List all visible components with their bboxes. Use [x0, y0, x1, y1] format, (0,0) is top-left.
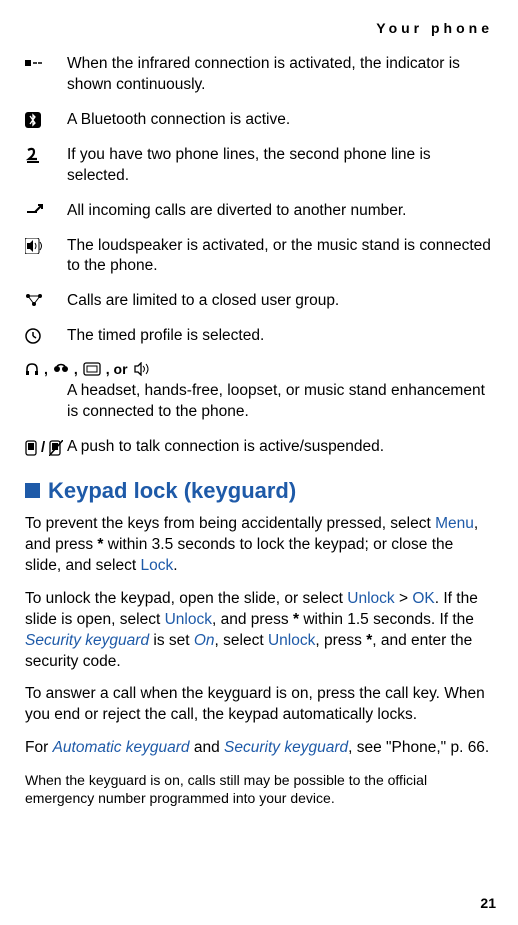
cug-icon	[25, 291, 67, 307]
indicator-text: If you have two phone lines, the second …	[67, 145, 493, 187]
loopset-icon	[83, 362, 101, 376]
link-unlock: Unlock	[165, 611, 212, 628]
chapter-header: Your phone	[25, 20, 493, 36]
slash: /	[41, 439, 45, 456]
ptt-active-icon	[25, 440, 37, 456]
heading-bullet-icon	[25, 483, 40, 498]
musicstand-icon	[133, 362, 151, 376]
link-unlock: Unlock	[268, 632, 315, 649]
emergency-note: When the keyguard is on, calls still may…	[25, 771, 493, 807]
link-lock: Lock	[140, 557, 173, 574]
ptt-suspended-icon	[49, 440, 63, 456]
indicator-text: A push to talk connection is active/susp…	[67, 437, 493, 458]
indicator-infrared: When the infrared connection is activate…	[25, 54, 493, 96]
paragraph-keyguard-lock: To prevent the keys from being accidenta…	[25, 514, 493, 577]
heading-text: Keypad lock (keyguard)	[48, 478, 296, 504]
link-security-keyguard: Security keyguard	[25, 632, 149, 649]
indicator-timed: The timed profile is selected.	[25, 326, 493, 347]
indicator-text: The loudspeaker is activated, or the mus…	[67, 236, 493, 278]
separator: ,	[44, 361, 48, 377]
indicator-text: When the infrared connection is activate…	[67, 54, 493, 96]
line2-icon	[25, 145, 67, 163]
paragraph-keyguard-unlock: To unlock the keypad, open the slide, or…	[25, 589, 493, 673]
indicator-text: A headset, hands-free, loopset, or music…	[25, 381, 493, 423]
infrared-icon	[25, 54, 67, 70]
page-number: 21	[480, 895, 496, 911]
link-on: On	[194, 632, 215, 649]
divert-icon	[25, 201, 67, 215]
indicator-text: The timed profile is selected.	[67, 326, 493, 347]
link-automatic-keyguard: Automatic keyguard	[53, 739, 190, 756]
loudspeaker-icon	[25, 236, 67, 254]
handsfree-icon	[53, 363, 69, 375]
indicator-line2: If you have two phone lines, the second …	[25, 145, 493, 187]
indicator-bluetooth: A Bluetooth connection is active.	[25, 110, 493, 131]
link-ok: OK	[412, 590, 434, 607]
headphones-icon	[25, 362, 39, 376]
link-unlock: Unlock	[347, 590, 394, 607]
link-menu: Menu	[435, 515, 474, 532]
bluetooth-icon	[25, 110, 67, 128]
indicator-text: All incoming calls are diverted to anoth…	[67, 201, 493, 222]
paragraph-answer-call: To answer a call when the keyguard is on…	[25, 684, 493, 726]
indicator-text: Calls are limited to a closed user group…	[67, 291, 493, 312]
indicator-ptt: / A push to talk connection is active/su…	[25, 437, 493, 458]
clock-icon	[25, 326, 67, 344]
separator: , or	[106, 361, 128, 377]
indicator-headset: , , , or A headset, hands-free, loopset,…	[25, 361, 493, 423]
indicator-loudspeaker: The loudspeaker is activated, or the mus…	[25, 236, 493, 278]
separator: ,	[74, 361, 78, 377]
link-security-keyguard: Security keyguard	[224, 739, 348, 756]
indicator-text: A Bluetooth connection is active.	[67, 110, 493, 131]
indicator-divert: All incoming calls are diverted to anoth…	[25, 201, 493, 222]
indicator-cug: Calls are limited to a closed user group…	[25, 291, 493, 312]
paragraph-see-phone: For Automatic keyguard and Security keyg…	[25, 738, 493, 759]
section-heading: Keypad lock (keyguard)	[25, 478, 493, 504]
